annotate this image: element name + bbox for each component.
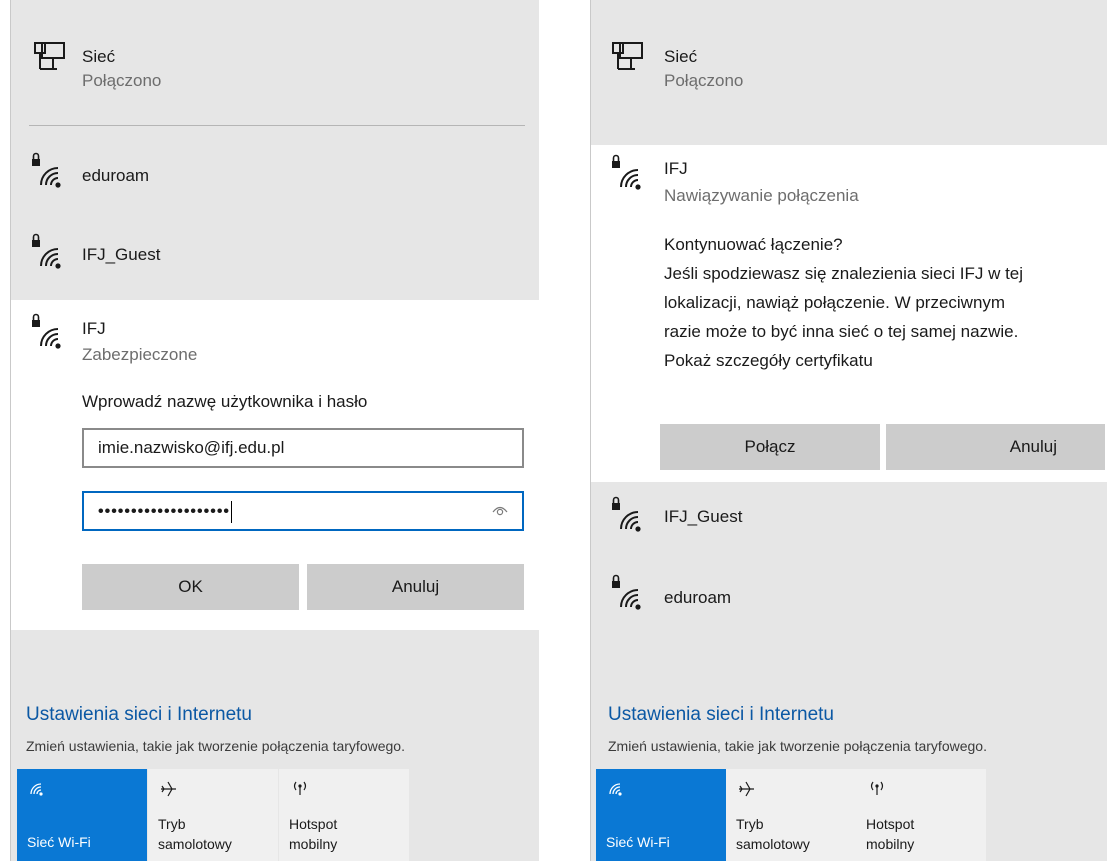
connect-confirmation-message: Kontynuować łączenie? Jeśli spodziewasz … xyxy=(664,230,1023,375)
network-title: Sieć xyxy=(664,47,698,66)
wifi-ssid: eduroam xyxy=(664,588,732,607)
network-flyout-right: Sieć Połączono IFJ Nawiązywanie połączen… xyxy=(590,0,1107,861)
secured-wifi-icon xyxy=(612,154,641,190)
credentials-prompt: Wprowadź nazwę użytkownika i hasło xyxy=(82,392,368,411)
tile-label: Hotspot xyxy=(289,816,338,832)
tile-label: Sieć Wi-Fi xyxy=(27,834,91,850)
wifi-icon xyxy=(30,783,43,796)
secured-wifi-icon xyxy=(32,313,61,349)
airplane-mode-tile[interactable]: Tryb samolotowy xyxy=(148,769,278,861)
wifi-item-ifj-guest[interactable]: IFJ_Guest xyxy=(11,215,539,300)
mobile-hotspot-tile[interactable]: Hotspot mobilny xyxy=(856,769,986,861)
tile-label: samolotowy xyxy=(736,836,810,852)
secured-wifi-icon xyxy=(32,233,61,269)
airplane-icon xyxy=(161,781,176,797)
message-line: lokalizacji, nawiąż połączenie. W przeci… xyxy=(664,293,1006,312)
airplane-icon xyxy=(739,781,754,797)
hotspot-icon xyxy=(870,781,884,795)
secured-wifi-icon xyxy=(612,574,641,610)
cancel-button[interactable]: Anuluj xyxy=(307,564,524,610)
wifi-status: Zabezpieczone xyxy=(82,345,198,364)
wifi-status: Nawiązywanie połączenia xyxy=(664,186,859,205)
wifi-item-eduroam[interactable]: eduroam xyxy=(591,560,1107,640)
wifi-item-ifj-guest[interactable]: IFJ_Guest xyxy=(591,482,1107,560)
cancel-button[interactable]: Anuluj xyxy=(886,424,1105,470)
tile-label: mobilny xyxy=(289,836,338,852)
network-settings-link[interactable]: Ustawienia sieci i Internetu xyxy=(26,704,252,726)
password-mask: •••••••••••••••••••• xyxy=(98,503,231,520)
username-value: imie.nazwisko@ifj.edu.pl xyxy=(98,438,285,457)
cancel-label: Anuluj xyxy=(1009,437,1057,456)
ok-button[interactable]: OK xyxy=(82,564,299,610)
wifi-ssid: IFJ_Guest xyxy=(82,245,161,264)
mobile-hotspot-tile[interactable]: Hotspot mobilny xyxy=(279,769,409,861)
connect-button[interactable]: Połącz xyxy=(660,424,880,470)
network-settings-link[interactable]: Ustawienia sieci i Internetu xyxy=(608,704,834,726)
wifi-item-eduroam[interactable]: eduroam xyxy=(11,135,539,215)
password-input[interactable]: •••••••••••••••••••• xyxy=(82,491,524,531)
message-line: razie może to być inna sieć o tej samej … xyxy=(664,322,1019,341)
hotspot-icon xyxy=(293,781,307,795)
ethernet-icon xyxy=(612,42,643,70)
wifi-ssid: eduroam xyxy=(82,166,150,185)
wifi-ssid: IFJ_Guest xyxy=(664,507,743,526)
wifi-toggle-tile[interactable]: Sieć Wi-Fi xyxy=(596,769,726,861)
network-status: Połączono xyxy=(82,71,162,90)
reveal-password-icon[interactable] xyxy=(492,502,508,518)
show-certificate-link[interactable]: Pokaż szczegóły certyfikatu xyxy=(664,346,1023,375)
airplane-mode-tile[interactable]: Tryb samolotowy xyxy=(726,769,856,861)
tile-label: Hotspot xyxy=(866,816,915,832)
wired-network-item[interactable]: Sieć Połączono xyxy=(11,0,539,125)
tile-label: Tryb xyxy=(736,816,764,832)
wifi-toggle-tile[interactable]: Sieć Wi-Fi xyxy=(17,769,147,861)
text-caret xyxy=(231,500,233,523)
tile-label: samolotowy xyxy=(158,836,232,852)
wired-network-item[interactable]: Sieć Połączono xyxy=(591,0,1107,145)
wifi-ssid: IFJ xyxy=(664,159,688,178)
wifi-item-ifj-expanded: IFJ Zabezpieczone Wprowadź nazwę użytkow… xyxy=(11,300,539,630)
divider xyxy=(29,125,525,126)
message-line: Jeśli spodziewasz się znalezienia sieci … xyxy=(664,264,1024,283)
tile-label: Sieć Wi-Fi xyxy=(606,834,670,850)
secured-wifi-icon xyxy=(32,152,61,188)
wifi-ssid: IFJ xyxy=(82,319,106,338)
network-settings-description: Zmień ustawienia, takie jak tworzenie po… xyxy=(608,738,987,754)
tile-label: Tryb xyxy=(158,816,186,832)
network-status: Połączono xyxy=(664,71,744,90)
username-input[interactable]: imie.nazwisko@ifj.edu.pl xyxy=(82,428,524,468)
message-line: Kontynuować łączenie? xyxy=(664,235,843,254)
wifi-item-ifj-expanded: IFJ Nawiązywanie połączenia Kontynuować … xyxy=(591,145,1107,482)
wifi-icon xyxy=(609,783,622,796)
tile-label: mobilny xyxy=(866,836,915,852)
network-settings-description: Zmień ustawienia, takie jak tworzenie po… xyxy=(26,738,405,754)
ethernet-icon xyxy=(34,42,65,70)
network-flyout-left: Sieć Połączono eduroam IFJ_Guest IFJ Zab… xyxy=(10,0,539,861)
secured-wifi-icon xyxy=(612,496,641,532)
network-title: Sieć xyxy=(82,47,116,66)
